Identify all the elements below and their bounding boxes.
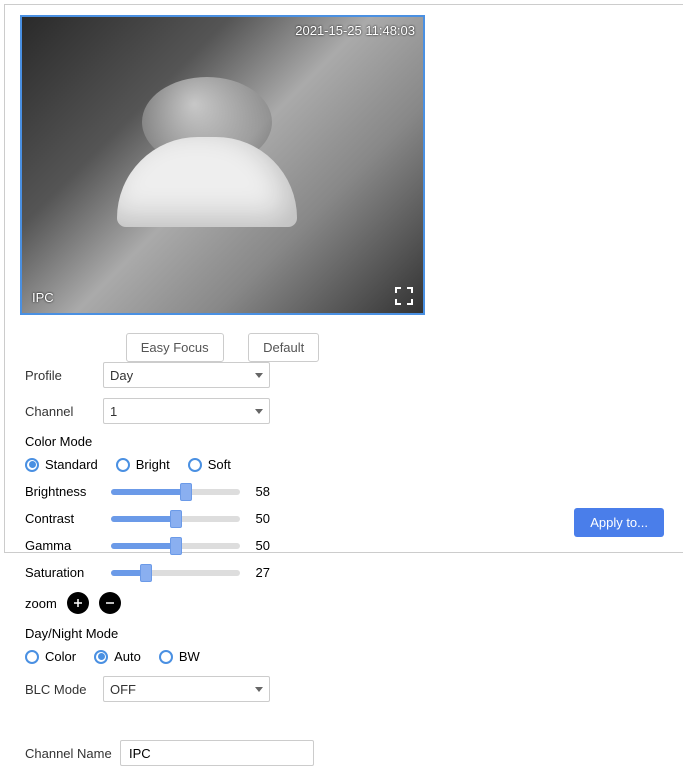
brightness-label: Brightness	[25, 484, 103, 499]
gamma-row: Gamma 50	[25, 538, 270, 553]
fullscreen-icon[interactable]	[395, 287, 413, 305]
color-mode-standard-radio[interactable]	[25, 458, 39, 472]
settings-panel: 2021-15-25 11:48:03 IPC Easy Focus Defau…	[4, 4, 683, 553]
easy-focus-button[interactable]: Easy Focus	[126, 333, 224, 362]
day-night-mode-label: Day/Night Mode	[25, 626, 270, 641]
zoom-in-button[interactable]	[67, 592, 89, 614]
caret-down-icon	[255, 409, 263, 414]
color-mode-standard-label: Standard	[45, 457, 98, 472]
left-column: 2021-15-25 11:48:03 IPC Easy Focus Defau…	[20, 15, 425, 362]
brightness-row: Brightness 58	[25, 484, 270, 499]
video-timestamp: 2021-15-25 11:48:03	[295, 23, 415, 38]
brightness-value: 58	[248, 484, 270, 499]
gamma-slider[interactable]	[111, 543, 240, 549]
video-preview[interactable]: 2021-15-25 11:48:03 IPC	[20, 15, 425, 315]
apply-button[interactable]: Apply to...	[574, 508, 664, 537]
profile-label: Profile	[25, 368, 103, 383]
profile-value: Day	[110, 368, 133, 383]
blc-value: OFF	[110, 682, 136, 697]
blc-select[interactable]: OFF	[103, 676, 270, 702]
saturation-label: Saturation	[25, 565, 103, 580]
zoom-row: zoom	[25, 592, 270, 614]
color-mode-soft-label: Soft	[208, 457, 231, 472]
channel-name-input[interactable]	[120, 740, 314, 766]
video-overlay-label: IPC	[32, 290, 54, 305]
day-night-auto-radio[interactable]	[94, 650, 108, 664]
saturation-value: 27	[248, 565, 270, 580]
video-button-row: Easy Focus Default	[20, 333, 425, 362]
day-night-bw-label: BW	[179, 649, 200, 664]
color-mode-label: Color Mode	[25, 434, 270, 449]
profile-select[interactable]: Day	[103, 362, 270, 388]
zoom-label: zoom	[25, 596, 57, 611]
color-mode-bright-radio[interactable]	[116, 458, 130, 472]
contrast-slider[interactable]	[111, 516, 240, 522]
contrast-label: Contrast	[25, 511, 103, 526]
color-mode-radios: Standard Bright Soft	[25, 457, 270, 472]
gamma-label: Gamma	[25, 538, 103, 553]
channel-select[interactable]: 1	[103, 398, 270, 424]
channel-label: Channel	[25, 404, 103, 419]
blc-row: BLC Mode OFF	[25, 676, 270, 702]
video-scene	[22, 17, 423, 313]
brightness-slider[interactable]	[111, 489, 240, 495]
caret-down-icon	[255, 373, 263, 378]
color-mode-bright-label: Bright	[136, 457, 170, 472]
day-night-bw-radio[interactable]	[159, 650, 173, 664]
apply-row: Apply to...	[574, 508, 664, 537]
day-night-radios: Color Auto BW	[25, 649, 270, 664]
day-night-auto-label: Auto	[114, 649, 141, 664]
blc-label: BLC Mode	[25, 682, 103, 697]
channel-name-row: Channel Name	[25, 740, 270, 766]
channel-value: 1	[110, 404, 117, 419]
gamma-value: 50	[248, 538, 270, 553]
saturation-slider[interactable]	[111, 570, 240, 576]
color-mode-soft-radio[interactable]	[188, 458, 202, 472]
channel-row: Channel 1	[25, 398, 270, 424]
default-button[interactable]: Default	[248, 333, 319, 362]
saturation-row: Saturation 27	[25, 565, 270, 580]
channel-name-label: Channel Name	[25, 746, 120, 761]
contrast-value: 50	[248, 511, 270, 526]
zoom-out-button[interactable]	[99, 592, 121, 614]
contrast-row: Contrast 50	[25, 511, 270, 526]
day-night-color-label: Color	[45, 649, 76, 664]
right-column: Profile Day Channel 1 Color Mode Standar…	[25, 362, 270, 776]
caret-down-icon	[255, 687, 263, 692]
day-night-color-radio[interactable]	[25, 650, 39, 664]
profile-row: Profile Day	[25, 362, 270, 388]
